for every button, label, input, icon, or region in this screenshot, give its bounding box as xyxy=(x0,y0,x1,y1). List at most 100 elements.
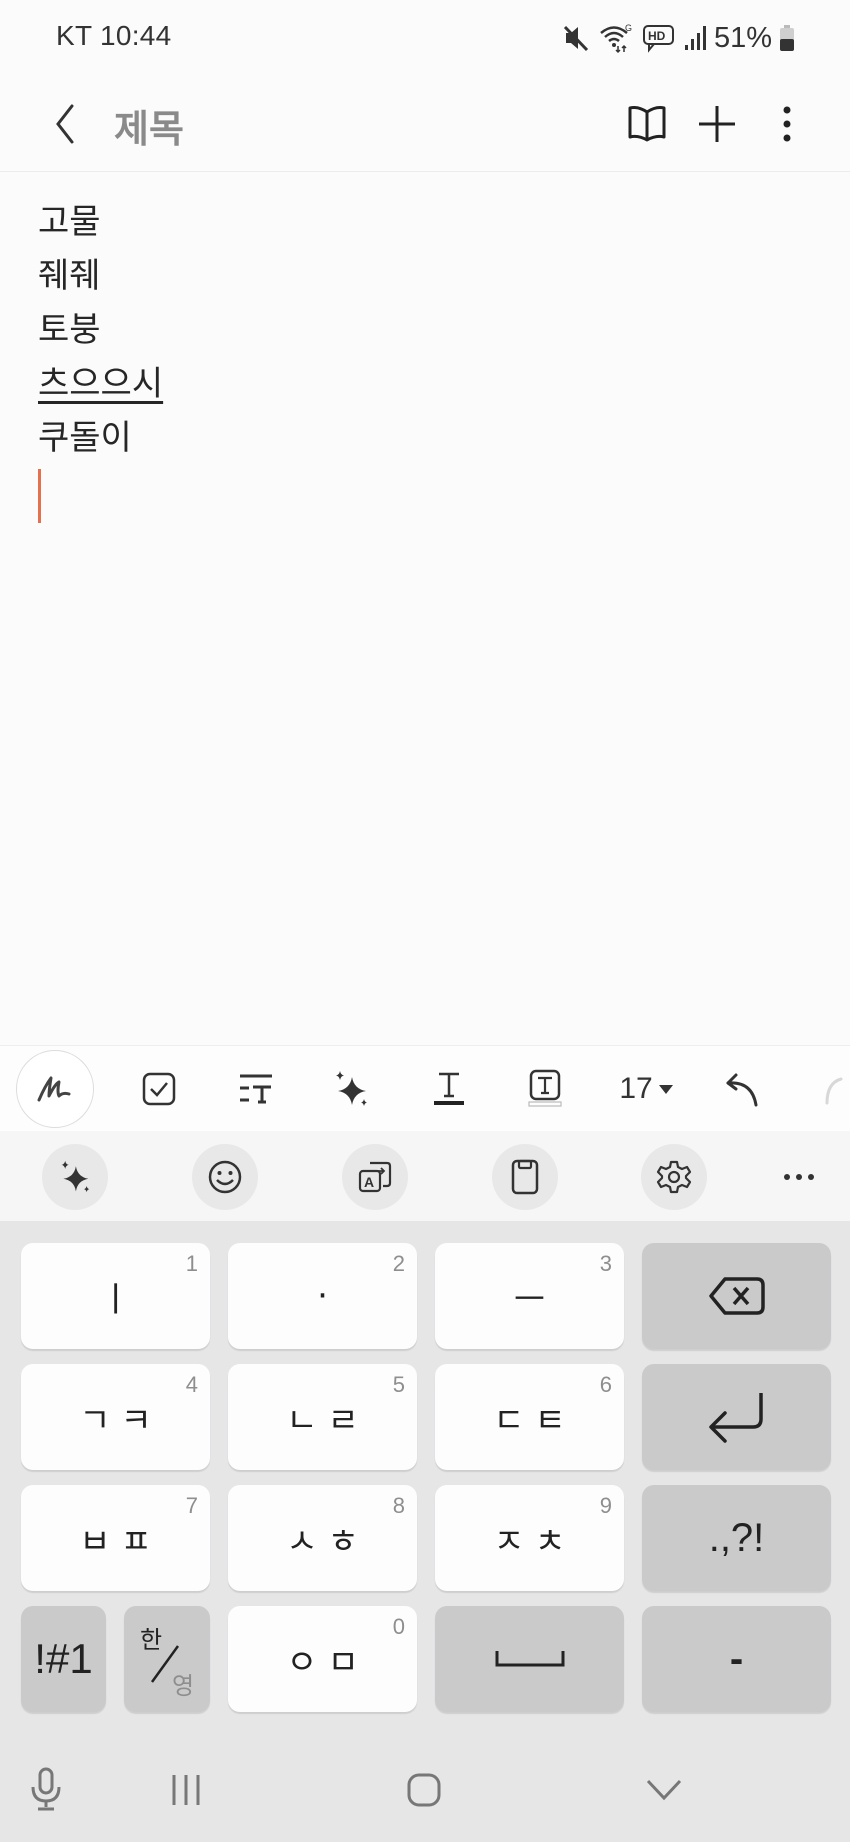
key-n-r[interactable]: 5 ㄴㄹ xyxy=(228,1364,417,1470)
key-number: 4 xyxy=(185,1372,198,1397)
key-label: - xyxy=(729,1636,744,1681)
backspace-icon xyxy=(708,1277,765,1315)
key-ng-m[interactable]: 0 ㅇㅁ xyxy=(228,1606,417,1712)
note-line: 쿠돌이 xyxy=(38,418,132,458)
key-dot[interactable]: 2 · xyxy=(228,1243,417,1349)
carrier-time: KT 10:44 xyxy=(56,20,172,51)
key-d-t[interactable]: 6 ㄷㅌ xyxy=(435,1364,624,1470)
keyboard-more-button[interactable] xyxy=(766,1144,832,1210)
key-label: ㄴㄹ xyxy=(286,1400,369,1441)
key-number: 5 xyxy=(392,1372,405,1397)
enter-icon xyxy=(708,1393,763,1443)
text-color-button[interactable] xyxy=(418,1046,480,1132)
text-style-button[interactable] xyxy=(225,1046,287,1132)
checkbox-icon xyxy=(142,1072,176,1106)
emoji-icon xyxy=(208,1160,242,1194)
backspace-key[interactable] xyxy=(642,1243,831,1349)
key-g-k[interactable]: 4 ㄱㅋ xyxy=(21,1364,210,1470)
book-icon xyxy=(628,106,666,142)
key-number: 1 xyxy=(185,1251,198,1276)
mute-icon xyxy=(562,23,590,53)
text-cursor xyxy=(38,469,41,523)
note-editor[interactable]: 고물 줴줴 토붕 츠으으시 쿠돌이 xyxy=(0,173,850,1045)
more-options-button[interactable] xyxy=(752,92,822,156)
note-line: 토붕 xyxy=(38,310,101,350)
key-number: 8 xyxy=(392,1493,405,1518)
keyboard-settings-button[interactable] xyxy=(641,1144,707,1210)
voice-input-button[interactable] xyxy=(6,1760,86,1820)
key-label: ㄷㅌ xyxy=(493,1400,576,1441)
hd-voice-icon: HD xyxy=(642,23,676,53)
redo-button[interactable] xyxy=(810,1046,850,1132)
ai-sparkle-icon xyxy=(61,1160,90,1193)
battery-percent: 51% xyxy=(713,21,772,54)
status-bar: KT 10:44 G HD 51% xyxy=(0,0,850,76)
key-number: 0 xyxy=(392,1614,405,1639)
key-i[interactable]: 1 ㅣ xyxy=(21,1243,210,1349)
key-label: ㅅㅎ xyxy=(286,1521,369,1562)
key-label: ㅈㅊ xyxy=(493,1521,576,1562)
key-j-ch[interactable]: 9 ㅈㅊ xyxy=(435,1485,624,1591)
key-label: ㅡ xyxy=(513,1279,556,1320)
clipboard-button[interactable] xyxy=(492,1144,558,1210)
svg-text:HD: HD xyxy=(648,29,666,43)
key-number: 7 xyxy=(185,1493,198,1518)
font-size-value: 17 xyxy=(619,1072,653,1105)
key-label: ㅂㅍ xyxy=(79,1521,162,1562)
reading-mode-button[interactable] xyxy=(612,92,682,156)
more-horiz-icon xyxy=(784,1174,814,1180)
home-button[interactable] xyxy=(384,1760,464,1820)
format-toolbar: 17 xyxy=(0,1045,850,1131)
signal-icon xyxy=(684,24,706,52)
note-line: 줴줴 xyxy=(38,256,101,296)
recent-apps-button[interactable] xyxy=(146,1760,226,1820)
text-highlight-icon xyxy=(528,1069,562,1107)
key-label-bottom: 영 xyxy=(172,1672,195,1700)
note-title[interactable]: 제목 xyxy=(114,98,184,153)
space-icon xyxy=(495,1651,564,1667)
redo-icon xyxy=(825,1077,843,1105)
app-bar: 제목 xyxy=(0,76,850,172)
clipboard-icon xyxy=(511,1159,539,1195)
punctuation-key[interactable]: .,?! xyxy=(642,1485,831,1591)
keyboard-ai-button[interactable] xyxy=(42,1144,108,1210)
dropdown-triangle-icon xyxy=(658,1084,673,1094)
key-s-h[interactable]: 8 ㅅㅎ xyxy=(228,1485,417,1591)
key-label: ㅇㅁ xyxy=(286,1642,369,1683)
key-label: ㅣ xyxy=(99,1279,142,1320)
hide-keyboard-button[interactable] xyxy=(624,1760,704,1820)
note-body[interactable]: 고물 줴줴 토붕 츠으으시 쿠돌이 xyxy=(38,195,163,523)
key-number: 6 xyxy=(599,1372,612,1397)
translate-button[interactable]: A xyxy=(342,1144,408,1210)
translate-icon: A xyxy=(358,1161,392,1193)
text-highlight-button[interactable] xyxy=(514,1046,576,1132)
emoji-button[interactable] xyxy=(192,1144,258,1210)
enter-key[interactable] xyxy=(642,1364,831,1470)
undo-button[interactable] xyxy=(712,1046,774,1132)
text-color-icon xyxy=(434,1072,464,1105)
note-line-composing: 츠으으시 xyxy=(38,364,164,404)
handwriting-pen-icon xyxy=(37,1076,71,1102)
key-b-p[interactable]: 7 ㅂㅍ xyxy=(21,1485,210,1591)
hyphen-key[interactable]: - xyxy=(642,1606,831,1712)
navigation-bar xyxy=(0,1740,850,1842)
key-label: .,?! xyxy=(708,1515,765,1560)
font-size-selector[interactable]: 17 xyxy=(606,1046,686,1132)
back-arrow-icon xyxy=(56,104,74,144)
more-vert-icon xyxy=(783,106,791,142)
svg-text:G: G xyxy=(625,23,632,33)
checkbox-button[interactable] xyxy=(128,1046,190,1132)
ai-assist-button[interactable] xyxy=(320,1046,382,1132)
handwriting-button[interactable] xyxy=(14,1046,96,1132)
symbols-key[interactable]: !#1 xyxy=(21,1606,106,1712)
space-key[interactable] xyxy=(435,1606,624,1712)
key-number: 2 xyxy=(392,1251,405,1276)
back-button[interactable] xyxy=(40,94,90,154)
undo-icon xyxy=(726,1073,758,1107)
add-button[interactable] xyxy=(682,92,752,156)
plus-icon xyxy=(699,106,735,142)
key-number: 3 xyxy=(599,1251,612,1276)
language-switch-key[interactable]: 한 영 xyxy=(124,1606,210,1712)
chevron-down-icon xyxy=(646,1779,682,1801)
key-eu[interactable]: 3 ㅡ xyxy=(435,1243,624,1349)
